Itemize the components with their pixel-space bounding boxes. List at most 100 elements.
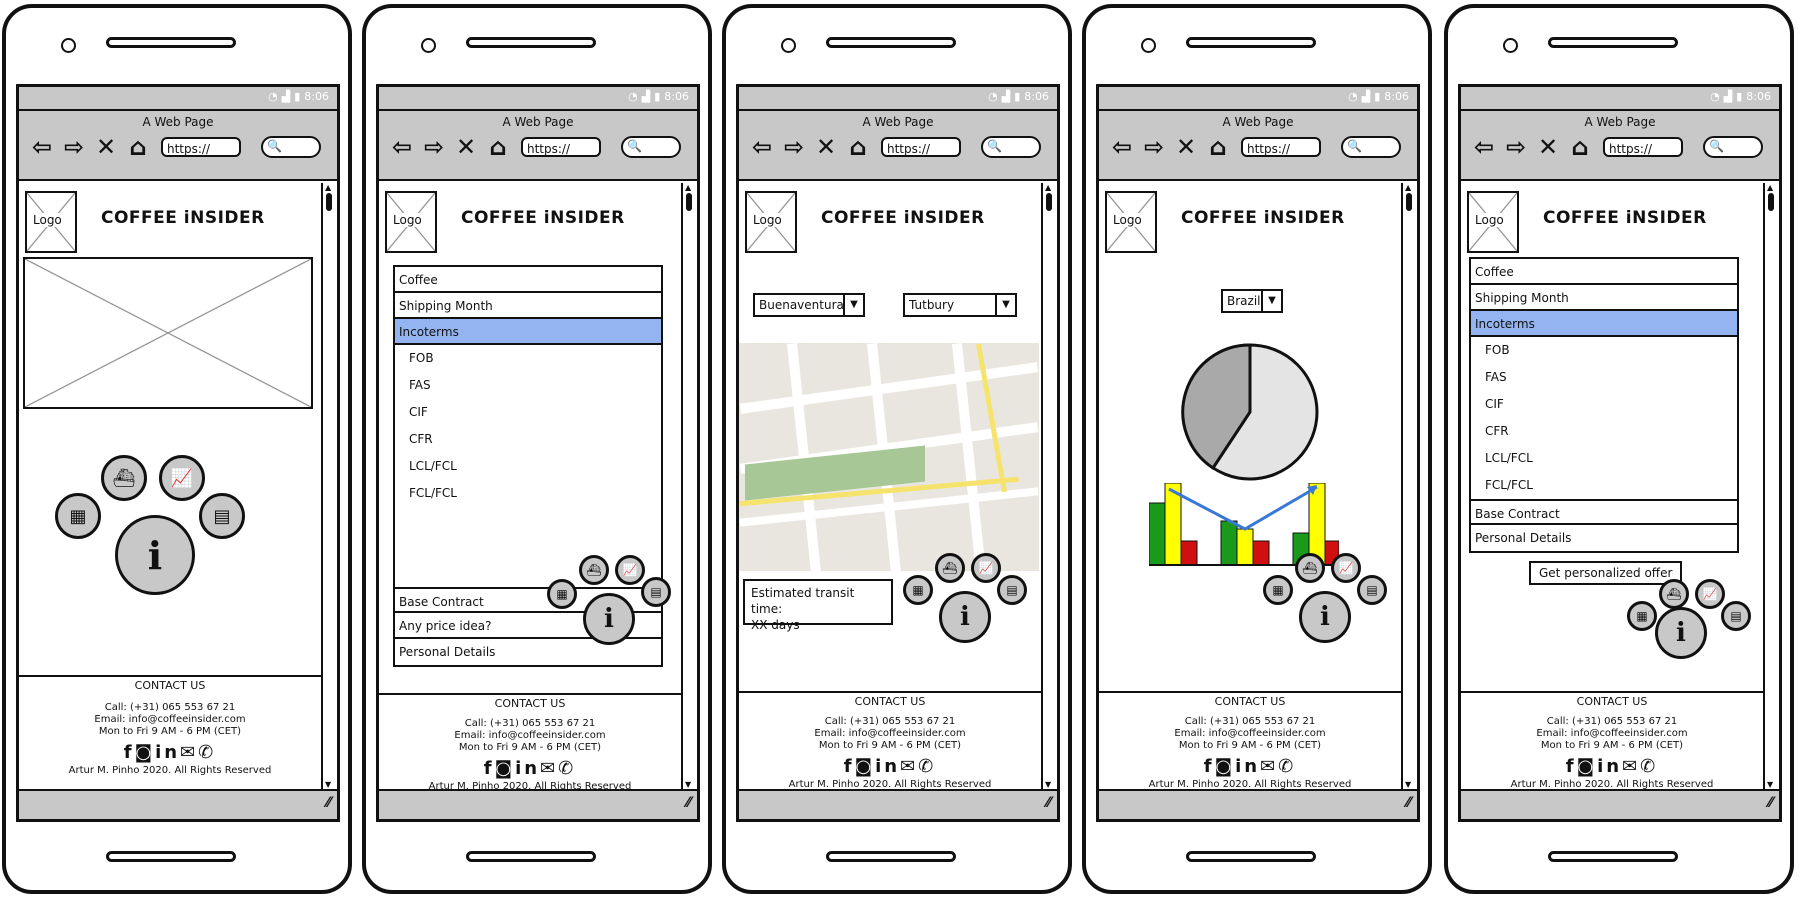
whatsapp-icon[interactable]: ✆: [1640, 756, 1658, 777]
list-item-coffee[interactable]: Coffee: [1471, 259, 1737, 285]
mail-icon[interactable]: ✉: [180, 742, 198, 763]
close-icon[interactable]: ✕: [93, 133, 119, 161]
incoterm-option[interactable]: LCL/FCL: [1471, 445, 1737, 472]
instagram-icon[interactable]: ◙: [1577, 756, 1597, 777]
scrollbar[interactable]: ▲ ▼: [1401, 183, 1417, 789]
chart-icon[interactable]: 📈: [1331, 553, 1361, 583]
news-icon[interactable]: ▤: [199, 493, 245, 539]
calculator-icon[interactable]: ▦: [1627, 601, 1657, 631]
incoterm-option[interactable]: CFR: [395, 426, 661, 453]
calculator-icon[interactable]: ▦: [1263, 575, 1293, 605]
calculator-icon[interactable]: ▦: [903, 575, 933, 605]
list-item-base-contract[interactable]: Base Contract: [1471, 499, 1737, 525]
close-icon[interactable]: ✕: [1173, 133, 1199, 161]
get-offer-button[interactable]: Get personalized offer: [1529, 561, 1683, 585]
incoterm-option[interactable]: FOB: [395, 345, 661, 372]
back-arrow-icon[interactable]: ⇦: [389, 133, 415, 161]
ship-icon[interactable]: ⛴: [101, 455, 147, 501]
scrollbar[interactable]: ▲ ▼: [1041, 183, 1057, 789]
url-input[interactable]: https://: [1603, 137, 1683, 157]
home-icon[interactable]: ⌂: [125, 133, 151, 161]
instagram-icon[interactable]: ◙: [855, 756, 875, 777]
info-icon[interactable]: i: [115, 515, 195, 595]
incoterm-option[interactable]: FOB: [1471, 337, 1737, 364]
chart-icon[interactable]: 📈: [971, 553, 1001, 583]
instagram-icon[interactable]: ◙: [135, 742, 155, 763]
home-icon[interactable]: ⌂: [845, 133, 871, 161]
info-icon[interactable]: i: [1655, 607, 1707, 659]
list-item-incoterms[interactable]: Incoterms: [1471, 311, 1737, 337]
resize-grip-icon[interactable]: ⁄⁄: [326, 795, 331, 811]
facebook-icon[interactable]: f: [124, 742, 135, 763]
back-arrow-icon[interactable]: ⇦: [749, 133, 775, 161]
home-icon[interactable]: ⌂: [1205, 133, 1231, 161]
home-button[interactable]: [826, 851, 956, 862]
forward-arrow-icon[interactable]: ⇨: [61, 133, 87, 161]
resize-grip-icon[interactable]: ⁄⁄: [1046, 795, 1051, 811]
instagram-icon[interactable]: ◙: [495, 758, 515, 779]
linkedin-icon[interactable]: in: [1235, 756, 1260, 777]
mail-icon[interactable]: ✉: [1260, 756, 1278, 777]
mail-icon[interactable]: ✉: [900, 756, 918, 777]
whatsapp-icon[interactable]: ✆: [918, 756, 936, 777]
instagram-icon[interactable]: ◙: [1215, 756, 1235, 777]
linkedin-icon[interactable]: in: [155, 742, 180, 763]
news-icon[interactable]: ▤: [997, 575, 1027, 605]
incoterm-option[interactable]: CFR: [1471, 418, 1737, 445]
back-arrow-icon[interactable]: ⇦: [1471, 133, 1497, 161]
facebook-icon[interactable]: f: [484, 758, 495, 779]
back-arrow-icon[interactable]: ⇦: [29, 133, 55, 161]
chart-icon[interactable]: 📈: [615, 555, 645, 585]
forward-arrow-icon[interactable]: ⇨: [421, 133, 447, 161]
forward-arrow-icon[interactable]: ⇨: [781, 133, 807, 161]
resize-grip-icon[interactable]: ⁄⁄: [686, 795, 691, 811]
mail-icon[interactable]: ✉: [1622, 756, 1640, 777]
news-icon[interactable]: ▤: [1721, 601, 1751, 631]
list-item-personal-details[interactable]: Personal Details: [395, 639, 661, 665]
resize-grip-icon[interactable]: ⁄⁄: [1768, 795, 1773, 811]
search-input[interactable]: 🔍: [1703, 136, 1763, 158]
scrollbar[interactable]: ▲ ▼: [681, 183, 697, 789]
resize-grip-icon[interactable]: ⁄⁄: [1406, 795, 1411, 811]
list-item-shipping-month[interactable]: Shipping Month: [1471, 285, 1737, 311]
search-input[interactable]: 🔍: [621, 136, 681, 158]
incoterm-option[interactable]: FAS: [395, 372, 661, 399]
url-input[interactable]: https://: [161, 137, 241, 157]
destination-select[interactable]: Tutbury ▼: [903, 293, 1017, 317]
ship-icon[interactable]: ⛴: [579, 555, 609, 585]
incoterm-option[interactable]: FCL/FCL: [1471, 472, 1737, 499]
linkedin-icon[interactable]: in: [1597, 756, 1622, 777]
list-item-coffee[interactable]: Coffee: [395, 267, 661, 293]
chart-icon[interactable]: 📈: [159, 455, 205, 501]
calculator-icon[interactable]: ▦: [55, 493, 101, 539]
incoterm-option[interactable]: CIF: [395, 399, 661, 426]
list-item-shipping-month[interactable]: Shipping Month: [395, 293, 661, 319]
info-icon[interactable]: i: [939, 591, 991, 643]
search-input[interactable]: 🔍: [261, 136, 321, 158]
whatsapp-icon[interactable]: ✆: [198, 742, 216, 763]
news-icon[interactable]: ▤: [641, 577, 671, 607]
whatsapp-icon[interactable]: ✆: [1278, 756, 1296, 777]
home-icon[interactable]: ⌂: [485, 133, 511, 161]
info-icon[interactable]: i: [583, 593, 635, 645]
home-button[interactable]: [1548, 851, 1678, 862]
incoterm-option[interactable]: LCL/FCL: [395, 453, 661, 480]
facebook-icon[interactable]: f: [1566, 756, 1577, 777]
country-select[interactable]: Brazil ▼: [1221, 289, 1283, 313]
info-icon[interactable]: i: [1299, 591, 1351, 643]
list-item-personal-details[interactable]: Personal Details: [1471, 525, 1737, 551]
forward-arrow-icon[interactable]: ⇨: [1503, 133, 1529, 161]
linkedin-icon[interactable]: in: [515, 758, 540, 779]
close-icon[interactable]: ✕: [1535, 133, 1561, 161]
home-button[interactable]: [1186, 851, 1316, 862]
chart-icon[interactable]: 📈: [1695, 579, 1725, 609]
ship-icon[interactable]: ⛴: [935, 553, 965, 583]
incoterm-option[interactable]: CIF: [1471, 391, 1737, 418]
incoterm-option[interactable]: FCL/FCL: [395, 480, 661, 507]
search-input[interactable]: 🔍: [1341, 136, 1401, 158]
scrollbar[interactable]: ▲ ▼: [321, 183, 337, 789]
url-input[interactable]: https://: [1241, 137, 1321, 157]
back-arrow-icon[interactable]: ⇦: [1109, 133, 1135, 161]
ship-icon[interactable]: ⛴: [1659, 579, 1689, 609]
home-icon[interactable]: ⌂: [1567, 133, 1593, 161]
